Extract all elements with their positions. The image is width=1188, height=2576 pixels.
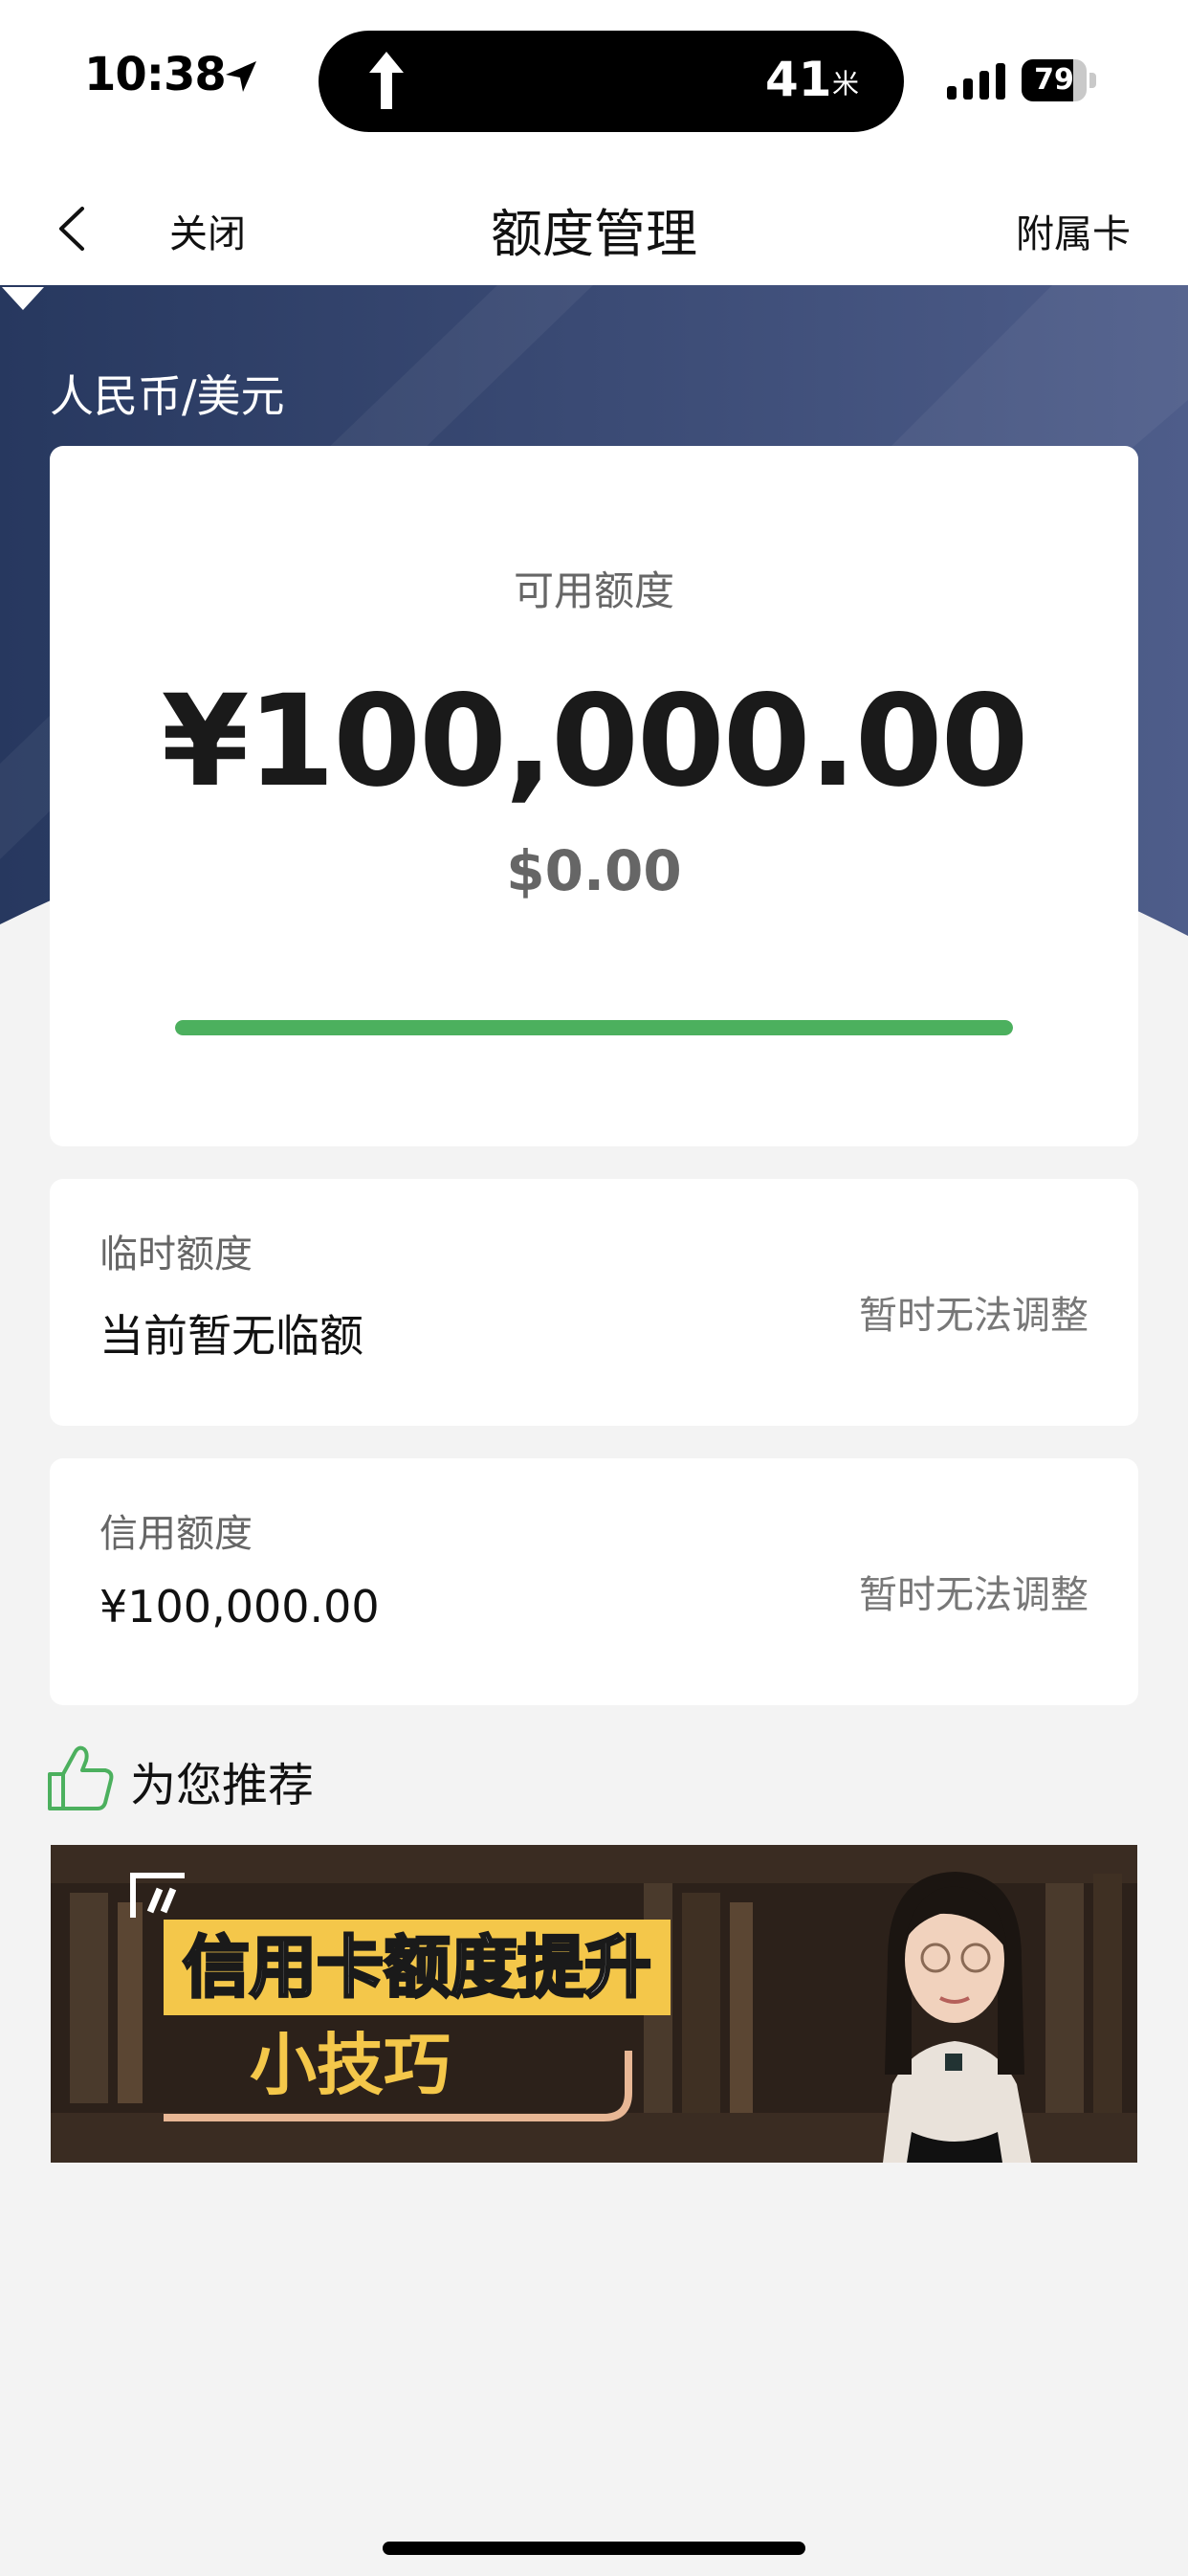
battery-icon: 79 (1022, 59, 1087, 101)
caret-down-icon[interactable] (0, 285, 46, 312)
banner-subheadline: 小技巧 (250, 2026, 451, 2104)
temporary-limit-value: 当前暂无临额 (99, 1310, 363, 1362)
home-indicator[interactable] (383, 2542, 805, 2555)
recommend-title: 为您推荐 (130, 1759, 315, 1812)
island-temperature: 41 (765, 52, 832, 107)
banner-headline: 信用卡额度提升 (164, 1920, 671, 2015)
currency-selector[interactable]: 人民币/美元 (50, 362, 285, 425)
credit-limit-adjust[interactable]: 暂时无法调整 (859, 1564, 1089, 1619)
back-chevron-icon[interactable] (55, 205, 88, 253)
island-unit: 米 (832, 68, 860, 100)
temporary-limit-title: 临时额度 (99, 1232, 253, 1277)
quote-logo-icon (130, 1873, 185, 1918)
temporary-limit-adjust[interactable]: 暂时无法调整 (859, 1284, 1089, 1340)
cellular-signal-icon (947, 63, 1005, 100)
battery-indicator: 79 (1022, 59, 1098, 101)
status-bar: 10:38 41 米 79 (0, 0, 1188, 163)
temporary-limit-card: 临时额度 当前暂无临额 暂时无法调整 (50, 1179, 1138, 1426)
credit-limit-title: 信用额度 (99, 1512, 253, 1556)
battery-level: 79 (1034, 63, 1074, 97)
available-credit-label: 可用额度 (513, 567, 674, 614)
presenter-image (883, 1872, 1031, 2163)
close-button[interactable]: 关闭 (169, 203, 246, 258)
thumbs-up-icon (48, 1745, 114, 1810)
navigation-bar: 关闭 额度管理 附属卡 (0, 163, 1188, 285)
location-arrow-icon (226, 61, 256, 92)
supplementary-card-button[interactable]: 附属卡 (1016, 203, 1131, 258)
credit-usage-bar (175, 1020, 1013, 1035)
available-credit-usd: $0.00 (506, 838, 682, 903)
status-time: 10:38 (84, 48, 227, 101)
available-credit-cny: ¥100,000.00 (161, 668, 1029, 815)
credit-usage-fill (175, 1020, 1013, 1035)
credit-limit-value: ¥100,000.00 (99, 1581, 380, 1632)
credit-limit-card: 信用额度 ¥100,000.00 暂时无法调整 (50, 1458, 1138, 1705)
available-credit-card: 可用额度 ¥100,000.00 $0.00 (50, 446, 1138, 1146)
promo-banner[interactable]: 信用卡额度提升 小技巧 (51, 1845, 1137, 2163)
upload-arrow-icon (369, 52, 404, 109)
battery-cap (1089, 73, 1096, 88)
